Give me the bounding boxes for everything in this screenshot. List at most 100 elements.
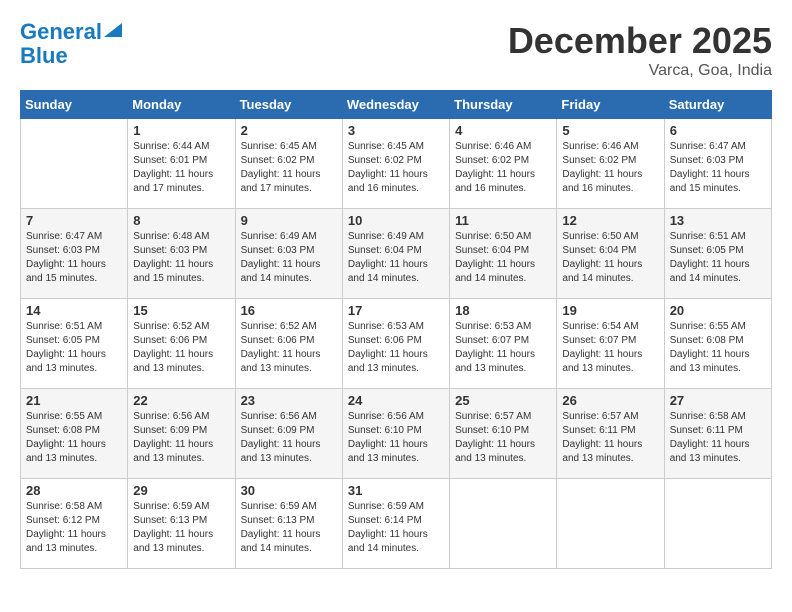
day-info: Sunrise: 6:58 AMSunset: 6:12 PMDaylight:…: [26, 500, 122, 556]
day-header-thursday: Thursday: [450, 91, 557, 119]
day-header-wednesday: Wednesday: [342, 91, 449, 119]
day-header-saturday: Saturday: [664, 91, 771, 119]
day-info: Sunrise: 6:45 AMSunset: 6:02 PMDaylight:…: [241, 140, 337, 196]
day-cell: 13 Sunrise: 6:51 AMSunset: 6:05 PMDayligh…: [664, 209, 771, 299]
location: Varca, Goa, India: [508, 62, 772, 80]
day-cell: 21Sunrise: 6:55 AMSunset: 6:08 PMDayligh…: [21, 389, 128, 479]
day-cell: 24 Sunrise: 6:56 AMSunset: 6:10 PMDayligh…: [342, 389, 449, 479]
day-cell: 22 Sunrise: 6:56 AMSunset: 6:09 PMDayligh…: [128, 389, 235, 479]
day-cell: 3 Sunrise: 6:45 AMSunset: 6:02 PMDaylight…: [342, 119, 449, 209]
day-number: 20: [670, 303, 766, 318]
page-header: General Blue December 2025 Varca, Goa, I…: [20, 20, 772, 80]
day-number: 14: [26, 303, 122, 318]
day-cell: 2 Sunrise: 6:45 AMSunset: 6:02 PMDaylight…: [235, 119, 342, 209]
week-row-1: 1 Sunrise: 6:44 AMSunset: 6:01 PMDaylight…: [21, 119, 772, 209]
day-number: 19: [562, 303, 658, 318]
day-cell: 29Sunrise: 6:59 AMSunset: 6:13 PMDayligh…: [128, 479, 235, 569]
day-info: Sunrise: 6:59 AMSunset: 6:13 PMDaylight:…: [241, 500, 337, 556]
day-header-tuesday: Tuesday: [235, 91, 342, 119]
day-cell: 6 Sunrise: 6:47 AMSunset: 6:03 PMDaylight…: [664, 119, 771, 209]
day-info: Sunrise: 6:50 AMSunset: 6:04 PMDaylight:…: [455, 230, 551, 286]
day-number: 27: [670, 393, 766, 408]
day-number: 3: [348, 123, 444, 138]
day-number: 13: [670, 213, 766, 228]
title-section: December 2025 Varca, Goa, India: [508, 20, 772, 80]
calendar-table: SundayMondayTuesdayWednesdayThursdayFrid…: [20, 90, 772, 569]
day-number: 6: [670, 123, 766, 138]
day-cell: 23 Sunrise: 6:56 AMSunset: 6:09 PMDayligh…: [235, 389, 342, 479]
day-number: 10: [348, 213, 444, 228]
week-row-2: 7Sunrise: 6:47 AMSunset: 6:03 PMDaylight…: [21, 209, 772, 299]
day-info: Sunrise: 6:48 AMSunset: 6:03 PMDaylight:…: [133, 230, 229, 286]
day-number: 5: [562, 123, 658, 138]
day-number: 8: [133, 213, 229, 228]
day-number: 23: [241, 393, 337, 408]
day-info: Sunrise: 6:59 AMSunset: 6:14 PMDaylight:…: [348, 500, 444, 556]
day-info: Sunrise: 6:54 AMSunset: 6:07 PMDaylight:…: [562, 320, 658, 376]
day-info: Sunrise: 6:56 AMSunset: 6:09 PMDaylight:…: [241, 410, 337, 466]
day-info: Sunrise: 6:51 AMSunset: 6:05 PMDaylight:…: [670, 230, 766, 286]
day-cell: 16 Sunrise: 6:52 AMSunset: 6:06 PMDayligh…: [235, 299, 342, 389]
day-info: Sunrise: 6:56 AMSunset: 6:10 PMDaylight:…: [348, 410, 444, 466]
day-info: Sunrise: 6:46 AMSunset: 6:02 PMDaylight:…: [455, 140, 551, 196]
day-number: 1: [133, 123, 229, 138]
day-info: Sunrise: 6:44 AMSunset: 6:01 PMDaylight:…: [133, 140, 229, 196]
day-info: Sunrise: 6:51 AMSunset: 6:05 PMDaylight:…: [26, 320, 122, 376]
day-cell: 26 Sunrise: 6:57 AMSunset: 6:11 PMDayligh…: [557, 389, 664, 479]
day-info: Sunrise: 6:50 AMSunset: 6:04 PMDaylight:…: [562, 230, 658, 286]
day-info: Sunrise: 6:49 AMSunset: 6:03 PMDaylight:…: [241, 230, 337, 286]
day-number: 9: [241, 213, 337, 228]
day-number: 2: [241, 123, 337, 138]
day-info: Sunrise: 6:56 AMSunset: 6:09 PMDaylight:…: [133, 410, 229, 466]
day-cell: 17Sunrise: 6:53 AMSunset: 6:06 PMDayligh…: [342, 299, 449, 389]
day-cell: 15 Sunrise: 6:52 AMSunset: 6:06 PMDayligh…: [128, 299, 235, 389]
day-info: Sunrise: 6:55 AMSunset: 6:08 PMDaylight:…: [670, 320, 766, 376]
day-number: 29: [133, 483, 229, 498]
day-cell: 20 Sunrise: 6:55 AMSunset: 6:08 PMDayligh…: [664, 299, 771, 389]
header-row: SundayMondayTuesdayWednesdayThursdayFrid…: [21, 91, 772, 119]
day-cell: 4Sunrise: 6:46 AMSunset: 6:02 PMDaylight…: [450, 119, 557, 209]
day-cell: 8 Sunrise: 6:48 AMSunset: 6:03 PMDaylight…: [128, 209, 235, 299]
day-number: 18: [455, 303, 551, 318]
day-cell: 11 Sunrise: 6:50 AMSunset: 6:04 PMDayligh…: [450, 209, 557, 299]
day-info: Sunrise: 6:53 AMSunset: 6:06 PMDaylight:…: [348, 320, 444, 376]
day-number: 25: [455, 393, 551, 408]
day-cell: 18 Sunrise: 6:53 AMSunset: 6:07 PMDayligh…: [450, 299, 557, 389]
day-cell: 5 Sunrise: 6:46 AMSunset: 6:02 PMDaylight…: [557, 119, 664, 209]
day-number: 12: [562, 213, 658, 228]
day-cell: 10Sunrise: 6:49 AMSunset: 6:04 PMDayligh…: [342, 209, 449, 299]
month-title: December 2025: [508, 20, 772, 62]
day-number: 22: [133, 393, 229, 408]
day-number: 7: [26, 213, 122, 228]
day-number: 26: [562, 393, 658, 408]
day-number: 11: [455, 213, 551, 228]
week-row-4: 21Sunrise: 6:55 AMSunset: 6:08 PMDayligh…: [21, 389, 772, 479]
week-row-5: 28 Sunrise: 6:58 AMSunset: 6:12 PMDayligh…: [21, 479, 772, 569]
day-number: 31: [348, 483, 444, 498]
day-cell: 30Sunrise: 6:59 AMSunset: 6:13 PMDayligh…: [235, 479, 342, 569]
day-cell: 9 Sunrise: 6:49 AMSunset: 6:03 PMDaylight…: [235, 209, 342, 299]
day-info: Sunrise: 6:46 AMSunset: 6:02 PMDaylight:…: [562, 140, 658, 196]
week-row-3: 14 Sunrise: 6:51 AMSunset: 6:05 PMDayligh…: [21, 299, 772, 389]
day-cell: [557, 479, 664, 569]
day-info: Sunrise: 6:52 AMSunset: 6:06 PMDaylight:…: [133, 320, 229, 376]
logo-icon: [104, 19, 122, 37]
day-cell: [664, 479, 771, 569]
day-number: 24: [348, 393, 444, 408]
day-cell: 12 Sunrise: 6:50 AMSunset: 6:04 PMDayligh…: [557, 209, 664, 299]
day-number: 15: [133, 303, 229, 318]
day-info: Sunrise: 6:52 AMSunset: 6:06 PMDaylight:…: [241, 320, 337, 376]
day-cell: 27Sunrise: 6:58 AMSunset: 6:11 PMDayligh…: [664, 389, 771, 479]
day-info: Sunrise: 6:57 AMSunset: 6:11 PMDaylight:…: [562, 410, 658, 466]
day-cell: [21, 119, 128, 209]
day-header-sunday: Sunday: [21, 91, 128, 119]
day-cell: 28 Sunrise: 6:58 AMSunset: 6:12 PMDayligh…: [21, 479, 128, 569]
day-number: 28: [26, 483, 122, 498]
day-cell: 14 Sunrise: 6:51 AMSunset: 6:05 PMDayligh…: [21, 299, 128, 389]
day-cell: 19 Sunrise: 6:54 AMSunset: 6:07 PMDayligh…: [557, 299, 664, 389]
day-number: 16: [241, 303, 337, 318]
day-info: Sunrise: 6:53 AMSunset: 6:07 PMDaylight:…: [455, 320, 551, 376]
day-info: Sunrise: 6:47 AMSunset: 6:03 PMDaylight:…: [670, 140, 766, 196]
day-info: Sunrise: 6:45 AMSunset: 6:02 PMDaylight:…: [348, 140, 444, 196]
day-header-monday: Monday: [128, 91, 235, 119]
